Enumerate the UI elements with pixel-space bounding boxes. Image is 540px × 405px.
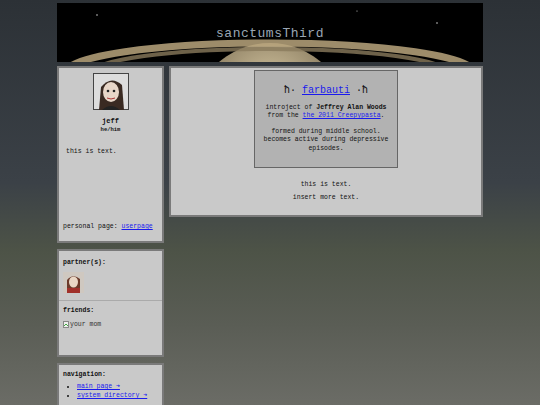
title-link[interactable]: farbauti (302, 85, 350, 96)
friend-alt-text: your mom (70, 321, 101, 328)
intro-text: introject of (266, 104, 317, 111)
navigation-box: navigation: main page ➜ system directory ➜ (57, 363, 164, 405)
intro-bold: Jeffrey Alan Woods (316, 104, 386, 111)
header-banner: sanctumsThird (57, 3, 483, 62)
friend-image[interactable]: your mom (63, 321, 158, 328)
intro-text: . (381, 112, 385, 119)
profile-pronouns: he/him (63, 126, 158, 133)
card-intro: introject of Jeffrey Alan Woods from the… (260, 104, 392, 120)
friends-label: friends: (63, 307, 158, 314)
card-note: becomes active during depressive episode… (260, 136, 392, 152)
main-paragraph: insert more text. (293, 194, 359, 201)
main-panel: ħ· farbauti ·ħ introject of Jeffrey Alan … (169, 66, 483, 217)
navigation-item: main page ➜ (77, 382, 158, 390)
broken-image-icon (63, 321, 69, 328)
profile-name: jeff (63, 117, 158, 125)
title-suffix: ·ħ (356, 85, 368, 96)
content-row: jeffhe/him this is text. personal page: us… (57, 66, 483, 405)
card-notes: formed during middle school.becomes acti… (260, 128, 392, 152)
card-title: ħ· farbauti ·ħ (260, 85, 392, 96)
info-card: ħ· farbauti ·ħ introject of Jeffrey Alan … (254, 70, 398, 168)
navigation-label: navigation: (63, 371, 158, 378)
partner-avatar[interactable] (63, 272, 158, 295)
personal-page: personal page: userpage (63, 223, 158, 230)
navigation-link[interactable]: system directory ➜ (77, 392, 147, 399)
relations-box: partner(s): friends: your mom (57, 249, 164, 357)
intro-link[interactable]: the 2011 Creepypasta (303, 112, 381, 119)
card-note: formed during middle school. (260, 128, 392, 136)
site-title: sanctumsThird (57, 26, 483, 41)
navigation-link[interactable]: main page ➜ (77, 383, 120, 390)
main-paragraph: this is text. (293, 181, 359, 188)
partners-label: partner(s): (63, 259, 158, 266)
personal-page-label: personal page: (63, 223, 118, 230)
profile-bio: this is text. (63, 148, 158, 155)
profile-box: jeffhe/him this is text. personal page: us… (57, 66, 164, 243)
title-prefix: ħ· (284, 85, 296, 96)
navigation-list: main page ➜ system directory ➜ (63, 382, 158, 399)
page: sanctumsThird jeffhe/him this is text. pers… (57, 3, 483, 405)
avatar-container (63, 73, 158, 110)
left-column: jeffhe/him this is text. personal page: us… (57, 66, 164, 405)
avatar-icon (93, 73, 129, 110)
partner-avatar-icon (63, 272, 84, 293)
main-text: this is text. insert more text. (293, 181, 359, 207)
navigation-item: system directory ➜ (77, 391, 158, 399)
personal-page-link[interactable]: userpage (122, 223, 153, 230)
